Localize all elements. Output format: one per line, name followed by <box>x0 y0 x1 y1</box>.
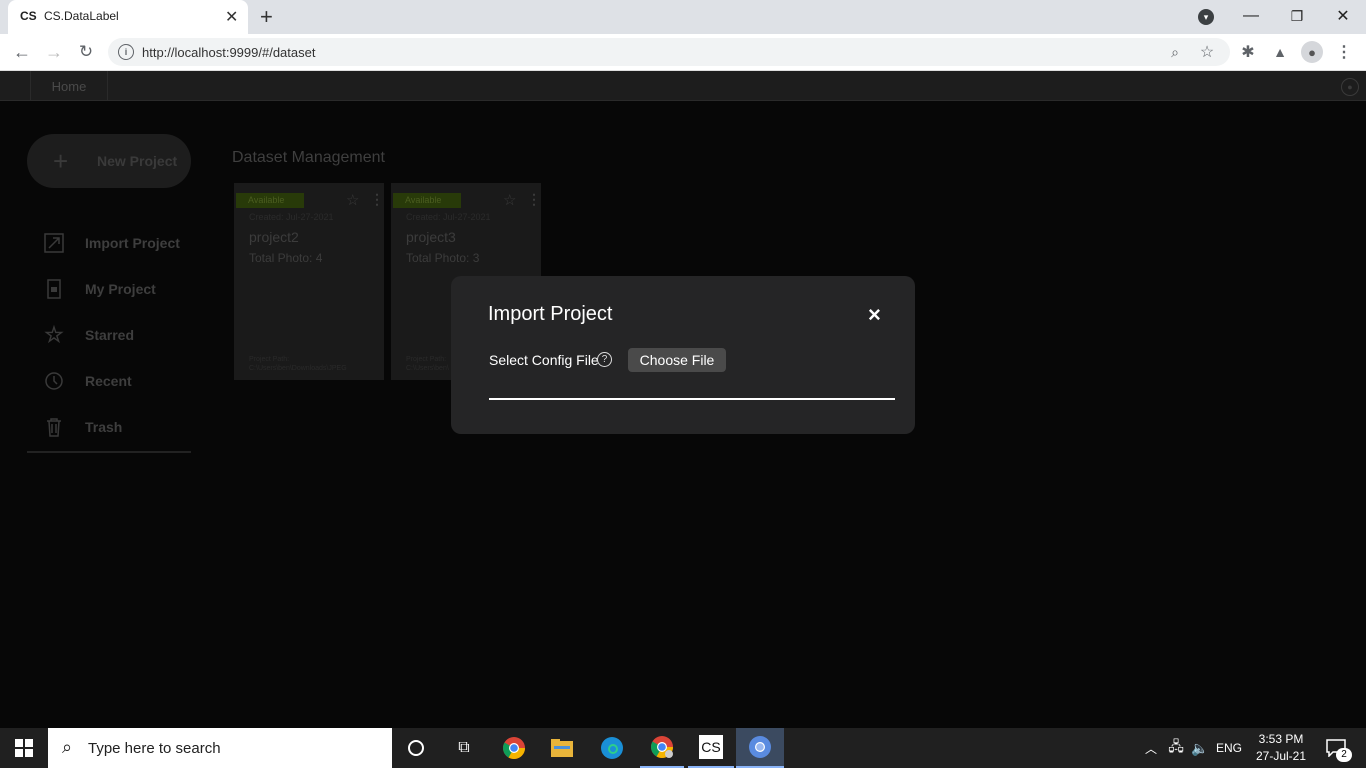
project-name: project3 <box>406 229 456 245</box>
status-badge: Available <box>236 193 304 208</box>
taskbar-search-box[interactable]: ⌕ Type here to search <box>48 728 392 768</box>
import-icon <box>42 231 66 255</box>
select-config-label: Select Config File <box>489 352 599 368</box>
page-title: Dataset Management <box>232 149 385 166</box>
help-icon[interactable]: ? <box>597 352 612 367</box>
sidebar-item-label: Import Project <box>85 235 180 251</box>
history-icon <box>42 369 66 393</box>
url-text[interactable]: http://localhost:9999/#/dataset <box>142 45 315 60</box>
network-icon[interactable]: 🖧 <box>1166 728 1186 768</box>
sidebar-item-label: My Project <box>85 281 156 297</box>
search-placeholder: Type here to search <box>88 740 221 757</box>
browser-tab-strip: CS CS.DataLabel ✕ + ▾ — ❐ ✕ <box>0 0 1366 34</box>
file-input-underline <box>489 398 895 400</box>
extensions-icon[interactable]: ✱ <box>1238 42 1258 62</box>
nav-home[interactable]: Home <box>30 71 108 101</box>
project-name: project2 <box>249 229 299 245</box>
sidebar-item-recent[interactable]: Recent <box>42 367 132 395</box>
site-info-icon[interactable]: i <box>118 44 134 60</box>
sidebar-item-label: Starred <box>85 327 135 343</box>
close-icon[interactable]: × <box>868 302 881 328</box>
more-options-icon[interactable]: ⋮ <box>370 191 384 208</box>
chrome-profile-app-icon[interactable] <box>640 728 684 768</box>
new-project-label: New Project <box>97 153 178 169</box>
new-project-button[interactable]: + New Project <box>27 134 191 188</box>
back-icon[interactable]: ← <box>12 42 32 62</box>
photo-count: Total Photo: 3 <box>406 251 480 265</box>
created-date: Created: Jul-27-2021 <box>406 212 491 222</box>
restore-icon[interactable]: ❐ <box>1288 5 1306 27</box>
tab-title: CS.DataLabel <box>44 9 119 23</box>
sidebar-item-trash[interactable]: Trash <box>42 413 122 441</box>
star-icon[interactable]: ☆ <box>346 191 359 209</box>
browser-toolbar: ← → ↻ i http://localhost:9999/#/dataset … <box>0 34 1366 71</box>
language-indicator[interactable]: ENG <box>1214 728 1244 768</box>
chrome-active-app-icon[interactable] <box>736 728 784 768</box>
star-icon[interactable]: ☆ <box>503 191 516 209</box>
sidebar-item-starred[interactable]: ☆ Starred <box>42 321 134 349</box>
project-path: Project Path: C:\Users\ben\ <box>406 356 449 372</box>
minimize-icon[interactable]: — <box>1242 5 1260 27</box>
windows-start-icon[interactable] <box>0 728 48 768</box>
clock-time: 3:53 PM <box>1258 732 1304 746</box>
folder-icon <box>42 277 66 301</box>
created-date: Created: Jul-27-2021 <box>249 212 334 222</box>
show-hidden-icons-icon[interactable]: ︿ <box>1142 728 1160 768</box>
status-badge: Available <box>393 193 461 208</box>
notification-center-icon[interactable]: 2 <box>1322 728 1352 768</box>
labs-icon[interactable]: ▲ <box>1270 42 1290 62</box>
browser-tab[interactable]: CS CS.DataLabel ✕ <box>8 0 248 34</box>
photo-count: Total Photo: 4 <box>249 251 323 265</box>
profile-avatar[interactable]: ● <box>1301 41 1323 63</box>
sidebar-item-label: Recent <box>85 373 132 389</box>
clock[interactable]: 3:53 PM 27-Jul-21 <box>1250 731 1312 765</box>
cortana-icon[interactable] <box>396 728 436 768</box>
new-tab-button[interactable]: + <box>260 4 273 30</box>
more-options-icon[interactable]: ⋮ <box>527 191 541 208</box>
user-account-icon[interactable]: ● <box>1341 78 1359 96</box>
dialog-title: Import Project <box>488 303 613 325</box>
trash-icon <box>42 415 66 439</box>
close-tab-icon[interactable]: ✕ <box>225 7 238 27</box>
notification-count-badge: 2 <box>1336 748 1352 762</box>
choose-file-button[interactable]: Choose File <box>628 348 726 372</box>
tab-favicon: CS <box>20 9 37 23</box>
forward-icon[interactable]: → <box>44 42 64 62</box>
clock-date: 27-Jul-21 <box>1255 749 1307 763</box>
volume-icon[interactable]: 🔈 <box>1190 728 1210 768</box>
sidebar-item-my-project[interactable]: My Project <box>42 275 156 303</box>
star-icon: ☆ <box>44 322 64 347</box>
close-window-icon[interactable]: ✕ <box>1334 5 1352 27</box>
sidebar-item-import-project[interactable]: Import Project <box>42 229 180 257</box>
cs-app-icon[interactable]: CS <box>688 728 734 768</box>
file-explorer-icon[interactable] <box>540 728 584 768</box>
app-header: Home ● <box>0 71 1366 101</box>
bookmark-star-icon[interactable]: ☆ <box>1198 43 1216 61</box>
zoom-icon[interactable]: ⌕ <box>1166 43 1184 61</box>
reload-icon[interactable]: ↻ <box>76 42 96 62</box>
plus-icon: + <box>53 146 69 176</box>
project-card[interactable]: Available ☆ ⋮ Created: Jul-27-2021 proje… <box>234 183 384 380</box>
windows-taskbar: ⌕ Type here to search ⧉ CS ︿ 🖧 🔈 ENG 3:5… <box>0 728 1366 768</box>
import-project-dialog: Import Project × Select Config File ? Ch… <box>451 276 915 434</box>
address-bar[interactable]: i http://localhost:9999/#/dataset ⌕ ☆ <box>108 38 1230 66</box>
chrome-app-icon[interactable] <box>492 728 536 768</box>
task-view-icon[interactable]: ⧉ <box>444 728 484 768</box>
sidebar-item-label: Trash <box>85 419 123 435</box>
edge-app-icon[interactable] <box>590 728 634 768</box>
search-icon: ⌕ <box>62 737 73 757</box>
browser-menu-icon[interactable]: ⋮ <box>1336 42 1352 62</box>
sidebar-divider <box>27 451 191 453</box>
project-path: Project Path: C:\Users\ben\Downloads\JPEG <box>249 356 347 372</box>
tab-search-icon[interactable]: ▾ <box>1198 9 1214 25</box>
